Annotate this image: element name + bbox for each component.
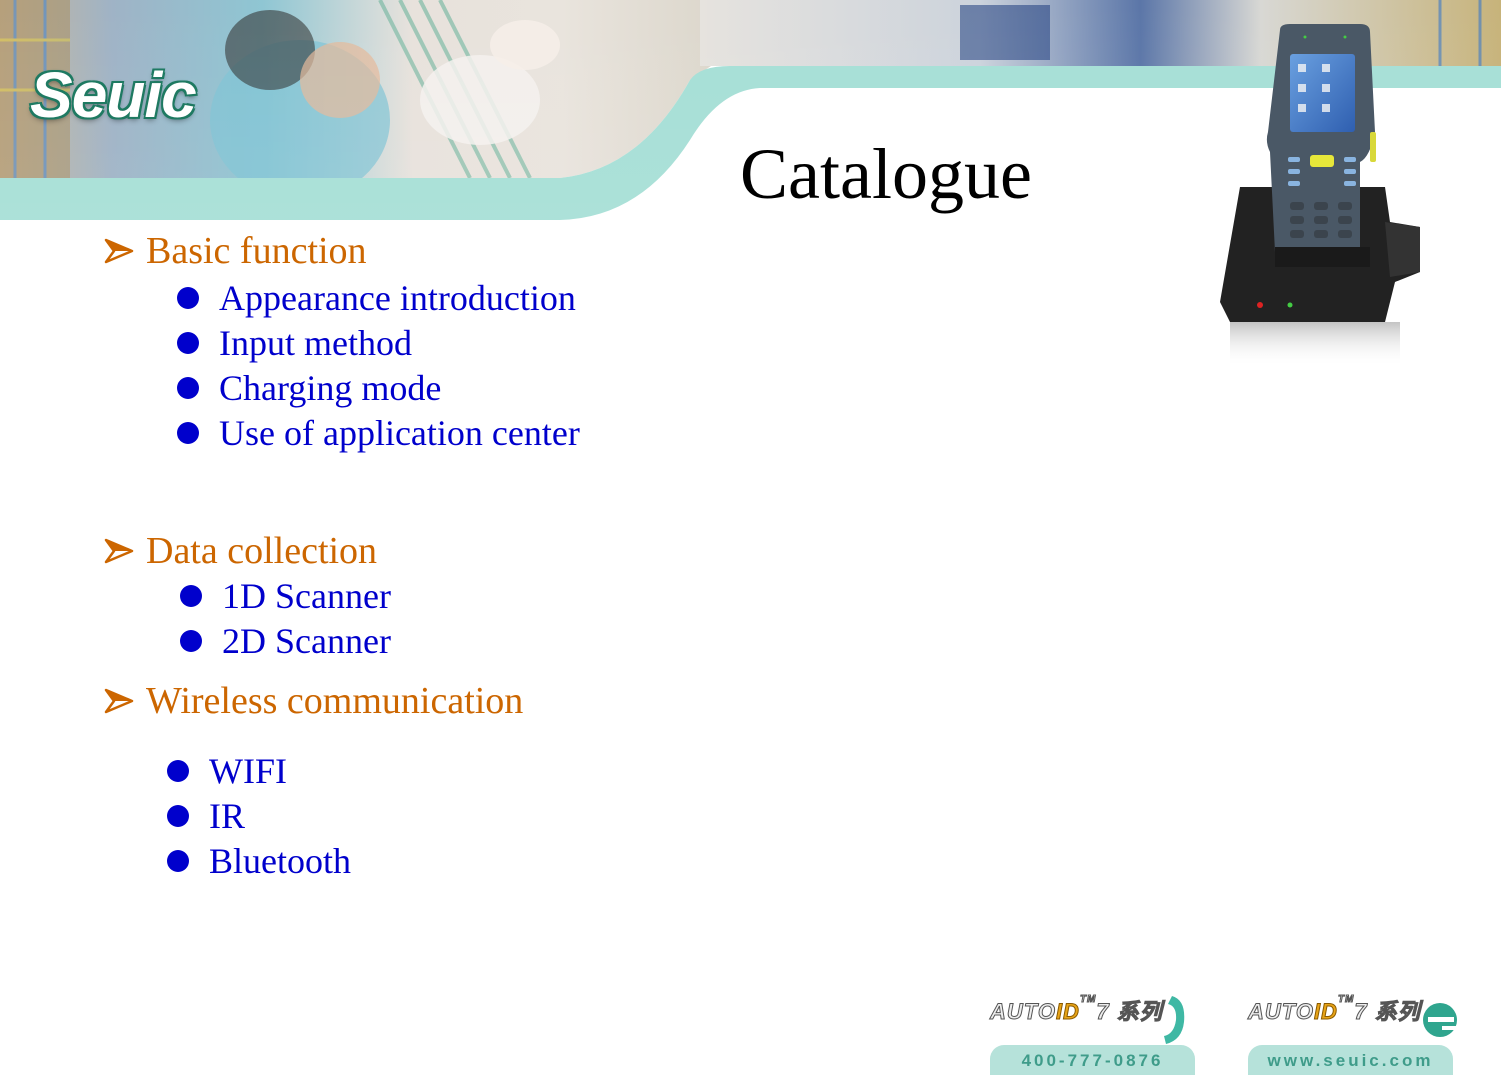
phone-number: 400-777-0876 bbox=[990, 1045, 1195, 1075]
bullet-dot-icon bbox=[177, 377, 199, 399]
website-url: www.seuic.com bbox=[1248, 1045, 1453, 1075]
list-item-text: 2D Scanner bbox=[222, 621, 391, 661]
list-item: WIFI bbox=[167, 753, 287, 789]
bullet-dot-icon bbox=[177, 332, 199, 354]
brand-tm-text: TM bbox=[1337, 994, 1355, 1006]
bullet-dot-icon bbox=[177, 422, 199, 444]
phone-badge: AUTOIDTM7 系列 400-777-0876 bbox=[990, 990, 1210, 1075]
website-badge: AUTOIDTM7 系列 www.seuic.com bbox=[1248, 990, 1468, 1075]
bullet-dot-icon bbox=[167, 805, 189, 827]
section-heading-text: Basic function bbox=[146, 230, 367, 272]
section-heading-data-collection: Data collection bbox=[104, 532, 377, 570]
list-item-text: Charging mode bbox=[219, 368, 442, 408]
section-heading-wireless-communication: Wireless communication bbox=[104, 682, 523, 720]
internet-e-icon bbox=[1423, 1003, 1457, 1037]
list-item: 1D Scanner bbox=[180, 578, 391, 614]
brand-suffix-text: 7 系列 bbox=[1096, 999, 1163, 1025]
autoid-brand-logo: AUTOIDTM7 系列 bbox=[990, 994, 1163, 1026]
list-item: Input method bbox=[177, 325, 412, 361]
list-item-text: Use of application center bbox=[219, 413, 580, 453]
brand-id-text: ID bbox=[1313, 999, 1338, 1025]
arrow-bullet-icon bbox=[104, 238, 134, 264]
brand-suffix-text: 7 系列 bbox=[1354, 999, 1421, 1025]
section-heading-text: Data collection bbox=[146, 530, 378, 572]
section-heading-basic-function: Basic function bbox=[104, 232, 367, 270]
list-item-text: IR bbox=[209, 796, 245, 836]
autoid-brand-logo: AUTOIDTM7 系列 bbox=[1248, 994, 1421, 1026]
list-item-text: Input method bbox=[219, 323, 412, 363]
arrow-bullet-icon bbox=[104, 688, 134, 714]
arrow-bullet-icon bbox=[104, 538, 134, 564]
list-item-text: Bluetooth bbox=[209, 841, 351, 881]
brand-tm-text: TM bbox=[1079, 994, 1097, 1006]
seuic-logo: Seuic bbox=[30, 59, 197, 131]
list-item: Appearance introduction bbox=[177, 280, 576, 316]
list-item: 2D Scanner bbox=[180, 623, 391, 659]
brand-text: AUTO bbox=[1248, 999, 1314, 1025]
handheld-terminal-image bbox=[1220, 24, 1420, 367]
list-item: Bluetooth bbox=[167, 843, 351, 879]
bullet-dot-icon bbox=[177, 287, 199, 309]
list-item: IR bbox=[167, 798, 245, 834]
bullet-dot-icon bbox=[180, 585, 202, 607]
page-title: Catalogue bbox=[740, 134, 1032, 214]
section-heading-text: Wireless communication bbox=[146, 680, 524, 722]
bullet-dot-icon bbox=[167, 760, 189, 782]
list-item-text: 1D Scanner bbox=[222, 576, 391, 616]
brand-id-text: ID bbox=[1055, 999, 1080, 1025]
brand-text: AUTO bbox=[990, 999, 1056, 1025]
list-item-text: Appearance introduction bbox=[219, 278, 576, 318]
bullet-dot-icon bbox=[167, 850, 189, 872]
phone-icon bbox=[1164, 996, 1185, 1044]
list-item-text: WIFI bbox=[209, 751, 287, 791]
list-item: Use of application center bbox=[177, 415, 580, 451]
list-item: Charging mode bbox=[177, 370, 441, 406]
bullet-dot-icon bbox=[180, 630, 202, 652]
